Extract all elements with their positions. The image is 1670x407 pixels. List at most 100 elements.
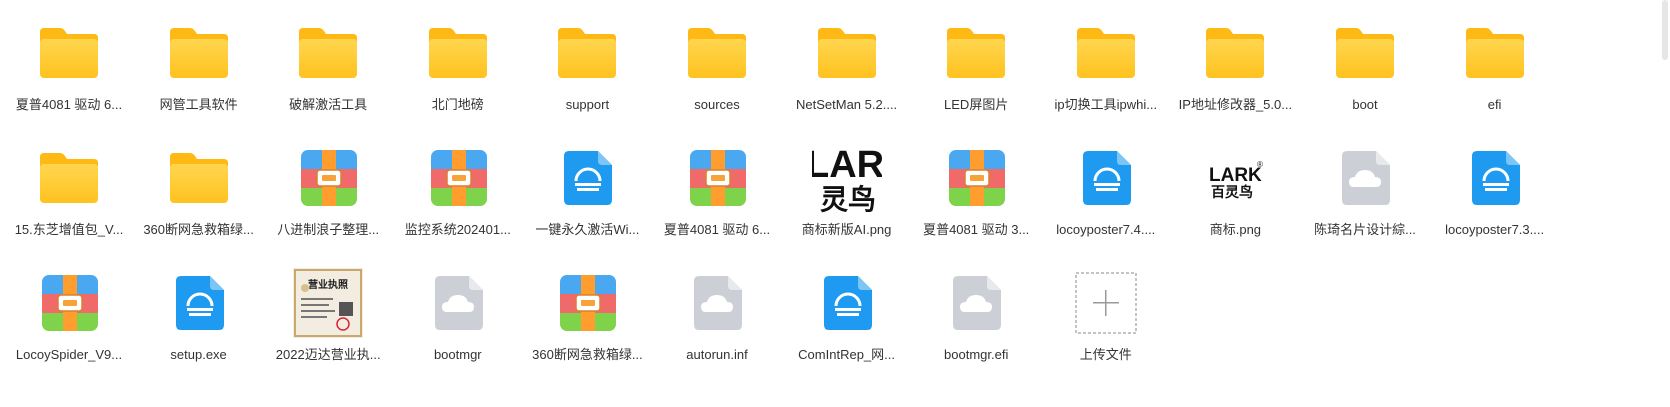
file-name-label: ComIntRep_网...	[798, 347, 895, 362]
svg-text:营业执照: 营业执照	[308, 278, 348, 291]
file-item[interactable]: IP地址修改器_5.0...	[1166, 4, 1304, 124]
file-item[interactable]: 夏普4081 驱动 3...	[907, 129, 1045, 249]
file-name-label: setup.exe	[170, 347, 227, 362]
file-name-label: locoyposter7.4....	[1056, 222, 1156, 237]
file-icon: 营业执照	[293, 268, 364, 338]
file-item[interactable]: 360断网急救箱绿...	[518, 254, 656, 374]
unknown-file-icon	[1342, 151, 1390, 205]
folder-icon	[1076, 28, 1135, 78]
folder-icon	[299, 28, 358, 78]
file-icon	[1460, 143, 1530, 213]
file-name-label: 360断网急救箱绿...	[532, 347, 643, 362]
file-icon: LARK 灵鸟	[806, 143, 912, 216]
file-icon	[941, 143, 1011, 213]
file-icon	[423, 268, 493, 338]
file-item[interactable]: ip切换工具ipwhi...	[1037, 4, 1175, 124]
file-item[interactable]: 一键永久激活Wi...	[518, 129, 656, 249]
file-item[interactable]: LARK 灵鸟商标新版AI.png	[778, 129, 916, 249]
folder-icon	[169, 153, 228, 203]
file-name-label: 监控系统202401...	[404, 222, 511, 237]
file-name-label: bootmgr.efi	[944, 347, 1009, 362]
file-item[interactable]: 北门地磅	[389, 4, 527, 124]
folder-icon	[688, 28, 746, 78]
lark-logo-thumbnail: LARK ® 百灵鸟	[1200, 143, 1271, 213]
file-item[interactable]: 八进制浪子整理...	[259, 129, 397, 249]
archive-icon	[42, 275, 98, 331]
file-name-label: ip切换工具ipwhi...	[1054, 97, 1158, 112]
file-item[interactable]: 陈琦名片设计綜...	[1296, 129, 1434, 249]
file-name-label: sources	[694, 97, 740, 112]
file-item[interactable]: bootmgr.efi	[907, 254, 1045, 374]
installer-icon	[175, 276, 224, 330]
file-icon	[423, 143, 493, 213]
file-name-label: 陈琦名片设计綜...	[1314, 222, 1416, 237]
file-row: 15.东芝增值包_V... 360断网急救箱绿... 八进制浪子整理... 监控…	[0, 129, 1670, 249]
scrollbar[interactable]	[1662, 0, 1668, 400]
svg-text:百灵鸟: 百灵鸟	[1211, 184, 1253, 201]
archive-icon	[949, 150, 1006, 206]
file-item[interactable]: LED屏图片	[907, 4, 1045, 124]
file-icon	[682, 18, 752, 88]
installer-icon	[823, 276, 872, 330]
file-item[interactable]: 监控系统202401...	[389, 129, 527, 249]
file-item[interactable]: bootmgr	[389, 254, 527, 374]
file-name-label: 商标新版AI.png	[801, 222, 892, 237]
file-item[interactable]: 破解激活工具	[259, 4, 397, 124]
archive-icon	[301, 150, 358, 206]
file-icon	[293, 18, 363, 88]
file-icon	[552, 143, 622, 213]
file-name-label: 八进制浪子整理...	[277, 222, 380, 237]
file-item[interactable]: 15.东芝增值包_V...	[0, 129, 138, 249]
file-icon	[552, 18, 622, 88]
upload-plus-icon	[1075, 272, 1137, 334]
file-icon	[1071, 143, 1141, 213]
file-item[interactable]: 夏普4081 驱动 6...	[0, 4, 138, 124]
file-name-label: 2022迈达营业执...	[275, 347, 381, 362]
file-icon	[34, 18, 104, 88]
file-icon	[1460, 18, 1530, 88]
file-item[interactable]: 360断网急救箱绿...	[130, 129, 268, 249]
file-item[interactable]: boot	[1296, 4, 1434, 124]
file-name-label: 网管工具软件	[159, 97, 238, 112]
file-name-label: 夏普4081 驱动 6...	[15, 97, 123, 112]
file-item[interactable]: LARK ® 百灵鸟 商标.png	[1166, 129, 1304, 249]
file-item[interactable]: 营业执照 2022迈达营业执...	[259, 254, 397, 374]
scrollbar-thumb[interactable]	[1662, 0, 1668, 60]
file-name-label: LocoySpider_V9...	[15, 347, 123, 362]
folder-icon	[558, 28, 617, 78]
folder-icon	[1465, 28, 1524, 78]
file-icon	[423, 18, 493, 88]
file-icon	[34, 268, 104, 338]
file-name-label: IP地址修改器_5.0...	[1178, 97, 1293, 112]
file-icon	[1071, 268, 1141, 338]
file-item[interactable]: support	[518, 4, 656, 124]
file-name-label: 夏普4081 驱动 6...	[663, 222, 771, 237]
file-icon	[941, 268, 1011, 338]
file-item[interactable]: NetSetMan 5.2....	[778, 4, 916, 124]
upload-file-button[interactable]: 上传文件	[1037, 254, 1175, 374]
file-icon	[164, 143, 234, 213]
file-item[interactable]: sources	[648, 4, 786, 124]
file-name-label: 一键永久激活Wi...	[535, 222, 640, 237]
file-icon	[682, 268, 752, 338]
file-name-label: locoyposter7.3....	[1445, 222, 1545, 237]
file-name-label: 360断网急救箱绿...	[143, 222, 254, 237]
file-item[interactable]: setup.exe	[130, 254, 268, 374]
folder-icon	[947, 28, 1006, 78]
file-icon	[164, 18, 234, 88]
file-item[interactable]: 网管工具软件	[130, 4, 268, 124]
file-name-label: 北门地磅	[431, 97, 484, 112]
file-item[interactable]: locoyposter7.3....	[1426, 129, 1564, 249]
installer-icon	[1471, 151, 1520, 205]
file-item[interactable]: locoyposter7.4....	[1037, 129, 1175, 249]
file-name-label: autorun.inf	[686, 347, 748, 362]
folder-icon	[1206, 28, 1265, 78]
file-name-label: 上传文件	[1079, 347, 1132, 362]
file-item[interactable]: 夏普4081 驱动 6...	[648, 129, 786, 249]
file-item[interactable]: autorun.inf	[648, 254, 786, 374]
file-item[interactable]: efi	[1426, 4, 1564, 124]
file-item[interactable]: LocoySpider_V9...	[0, 254, 138, 374]
archive-icon	[430, 150, 487, 206]
file-item[interactable]: ComIntRep_网...	[778, 254, 916, 374]
file-name-label: 15.东芝增值包_V...	[14, 222, 124, 237]
